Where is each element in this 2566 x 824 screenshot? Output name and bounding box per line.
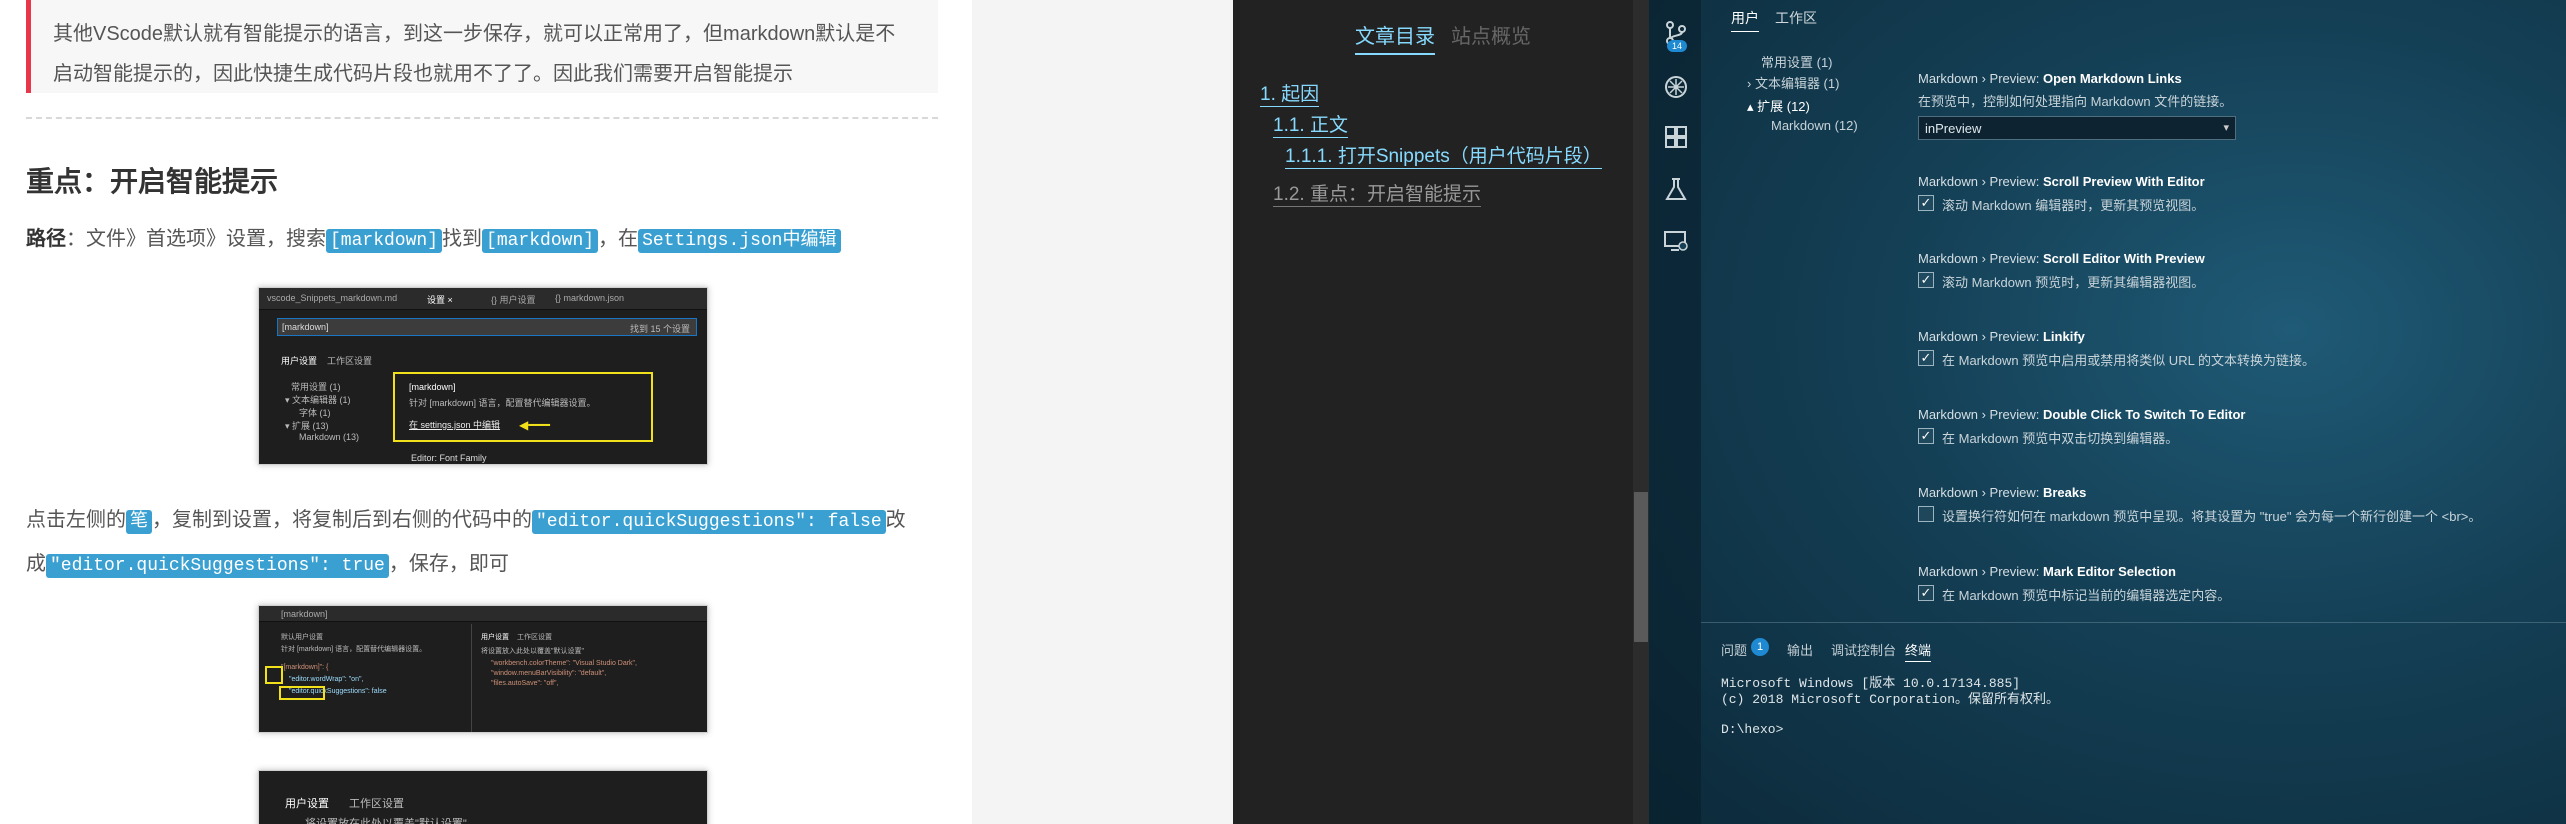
inline-code: "editor.quickSuggestions": false [532,510,886,534]
setting-description: 在 Markdown 预览中启用或禁用将类似 URL 的文本转换为链接。 [1942,353,2315,368]
inline-code: Settings.json中编辑 [638,229,841,253]
blog-article: 其他VScode默认就有智能提示的语言，到这一步保存，就可以正常用了，但mark… [0,0,972,824]
highlight-box [279,686,325,700]
breaks-checkbox[interactable] [1918,506,1934,522]
tab-output[interactable]: 输出 [1787,640,1813,659]
shot-tab: {} markdown.json [555,293,625,303]
path-text: ，在 [598,228,639,250]
setting-description: 在预览中，控制如何处理指向 Markdown 文件的链接。 [1918,94,2233,109]
linkify-checkbox[interactable]: ✓ [1918,350,1934,366]
settings-screenshot-1[interactable]: vscode_Snippets_markdown.md 设置 × {} 用户设置… [258,287,708,465]
problems-count-badge: 1 [1751,638,1769,656]
path-text: ：文件》首选项》设置，搜索 [66,228,326,250]
toc-item[interactable]: 1.1.1. 打开Snippets（用户代码片段） [1285,141,1602,169]
setting-description: 在 Markdown 预览中标记当前的编辑器选定内容。 [1942,588,2231,603]
quote-line-1: 其他VScode默认就有智能提示的语言，到这一步保存，就可以正常用了，但mark… [53,23,896,45]
mark-selection-checkbox[interactable]: ✓ [1918,585,1934,601]
shot-tab: 设置 × [427,295,453,305]
activity-bar: 14 [1649,0,1701,824]
quote-line-2: 启动智能提示的，因此快捷生成代码片段也就用不了了。因此我们需要开启智能提示 [53,63,793,85]
tree-item[interactable]: Markdown (12) [1771,118,1858,133]
scrollbar-thumb[interactable] [1634,492,1648,642]
setting-title: Markdown › Preview: Double Click To Swit… [1918,407,2246,422]
scroll-preview-checkbox[interactable]: ✓ [1918,195,1934,211]
tab-debug-console[interactable]: 调试控制台 [1831,640,1896,659]
highlight-box: [markdown] 针对 [markdown] 语言，配置替代编辑器设置。 在… [393,372,653,442]
extensions-icon[interactable] [1663,124,1689,150]
path-paragraph: 路径：文件》首选项》设置，搜索 [markdown] 找到 [markdown] ，在 S… [26,219,946,261]
shot-tab: {} 用户设置 [491,295,536,305]
vscode-window: 14 用户 工作区 常用设置 (1) › 文本编辑器 (1) ▴ 扩展 (12)… [1649,0,2566,824]
panel-divider [1701,622,2566,623]
terminal-prompt[interactable]: D:\hexo> [1721,722,1783,737]
shot-search: [markdown] 找到 15 个设置 [277,318,697,336]
step-paragraph: 点击左侧的笔，复制到设置，将复制后到右侧的代码中的 "editor.quickSu… [26,509,906,578]
tab-user[interactable]: 用户 [1731,8,1759,32]
toc-item[interactable]: 1.1. 正文 [1273,110,1348,138]
arrow-icon: ◀━━━ [519,418,550,432]
setting-description: 设置换行符如何在 markdown 预览中呈现。将其设置为 "true" 会为每… [1942,509,2482,524]
toc-item[interactable]: 1. 起因 [1260,79,1320,107]
setting-title: Markdown › Preview: Linkify [1918,329,2085,344]
path-text: 找到 [442,228,483,250]
setting-title: Markdown › Preview: Breaks [1918,485,2087,500]
tab-overview[interactable]: 站点概览 [1451,20,1531,49]
debug-icon[interactable] [1663,74,1689,100]
scrollbar[interactable] [1633,0,1649,824]
tab-workspace[interactable]: 工作区 [1775,8,1817,28]
section-heading: 重点：开启智能提示 [26,166,279,197]
tab-problems[interactable]: 问题 [1721,640,1747,659]
setting-description: 滚动 Markdown 预览时，更新其编辑器视图。 [1942,275,2205,290]
shot-tab: vscode_Snippets_markdown.md [267,293,398,303]
toc-item[interactable]: 1.2. 重点：开启智能提示 [1273,179,1481,207]
terminal-line: (c) 2018 Microsoft Corporation。保留所有权利。 [1721,692,2060,707]
tab-terminal[interactable]: 终端 [1905,640,1932,662]
blockquote: 其他VScode默认就有智能提示的语言，到这一步保存，就可以正常用了，但mark… [26,0,938,93]
setting-title: Markdown › Preview: Mark Editor Selectio… [1918,564,2176,579]
problems-badge: 14 [1667,40,1688,52]
scroll-editor-checkbox[interactable]: ✓ [1918,272,1934,288]
settings-screenshot-3[interactable]: 用户设置 工作区设置 将设置放在此处以覆盖"默认设置" [258,770,708,824]
setting-title: Markdown › Preview: Scroll Editor With P… [1918,251,2205,266]
tab-toc[interactable]: 文章目录 [1355,20,1435,55]
inline-code: [markdown] [326,229,443,253]
path-label: 路径 [26,228,66,250]
remote-explorer-icon[interactable] [1663,228,1689,254]
double-click-checkbox[interactable]: ✓ [1918,428,1934,444]
table-of-contents: 文章目录 站点概览 1. 起因 1.1. 正文 1.1.1. 打开Snippet… [1233,0,1633,824]
tree-item[interactable]: › 文本编辑器 (1) [1747,73,1839,92]
open-links-select[interactable]: inPreview ▾ [1918,116,2236,140]
settings-screenshot-2[interactable]: [markdown] 默认用户设置 针对 [markdown] 语言，配置替代编… [258,605,708,733]
setting-title: Markdown › Preview: Open Markdown Links [1918,71,2182,86]
tree-item[interactable]: ▴ 扩展 (12) [1747,96,1810,115]
inline-code: 笔 [126,510,152,534]
setting-description: 在 Markdown 预览中双击切换到编辑器。 [1942,431,2179,446]
setting-description: 滚动 Markdown 编辑器时，更新其预览视图。 [1942,198,2205,213]
inline-code: "editor.quickSuggestions": true [46,554,389,578]
pencil-icon [265,666,283,684]
divider [26,117,938,119]
flask-icon[interactable] [1663,176,1689,202]
setting-title: Markdown › Preview: Scroll Preview With … [1918,174,2205,189]
chevron-down-icon: ▾ [2223,122,2229,134]
tree-item[interactable]: 常用设置 (1) [1761,52,1833,71]
inline-code: [markdown] [482,229,599,253]
